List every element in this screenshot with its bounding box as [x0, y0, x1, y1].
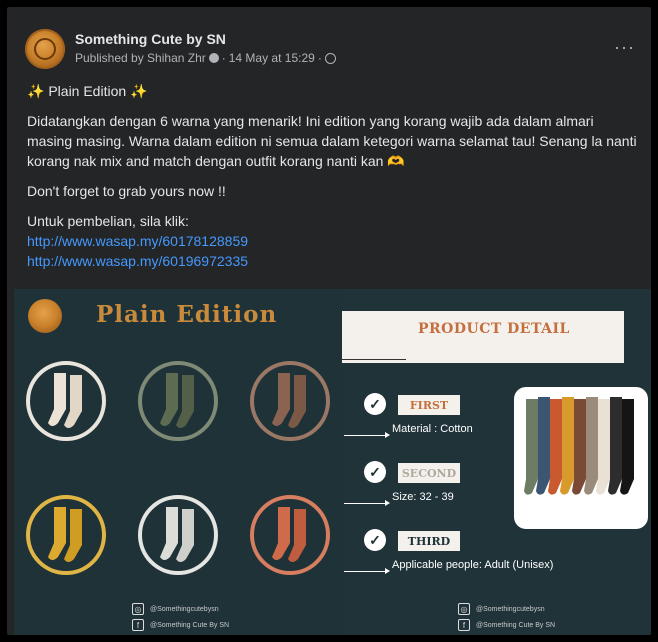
meta-separator: · [317, 51, 322, 65]
instagram-icon: ◎ [458, 603, 470, 615]
more-options-button[interactable]: ··· [614, 37, 635, 58]
product-detail-header: PRODUCT DETAIL [342, 311, 624, 363]
first-tag: FIRST [398, 395, 460, 415]
facebook-row: f @Something Cute By SN [458, 619, 555, 631]
product-detail-title: PRODUCT DETAIL [418, 321, 570, 337]
arrow-icon [344, 500, 390, 506]
second-tag: SECOND [398, 463, 460, 483]
instagram-handle: @Somethingcutebysn [476, 605, 545, 613]
first-feature: Material : Cotton [392, 423, 473, 435]
post-image[interactable]: Plain Edition ◎ @Somethingcutebysn f @So… [14, 289, 651, 635]
product-detail-panel: PRODUCT DETAIL ✓ FIRST Material : Cotton… [342, 289, 651, 635]
post-title: ✨ Plain Edition ✨ [27, 81, 637, 101]
check-icon: ✓ [364, 529, 386, 551]
sock-white [138, 495, 218, 575]
meta-separator: · [221, 51, 226, 65]
sock-bundle-photo [514, 387, 648, 529]
facebook-row: f @Something Cute By SN [132, 619, 229, 631]
post-date[interactable]: 14 May at 15:29 [229, 51, 315, 65]
page-name[interactable]: Something Cute by SN [75, 31, 226, 47]
whatsapp-link-1[interactable]: http://www.wasap.my/60178128859 [27, 231, 637, 251]
globe-icon [324, 52, 336, 64]
check-icon: ✓ [364, 393, 386, 415]
facebook-post: Something Cute by SN Published by Shihan… [7, 7, 651, 635]
post-paragraph-2: Don't forget to grab yours now !! [27, 183, 226, 199]
post-header: Something Cute by SN Published by Shihan… [25, 29, 637, 73]
sparkle-icon: ✨ [27, 83, 45, 99]
brand-logo [28, 299, 62, 333]
sock-yellow [26, 495, 106, 575]
sock-cream [26, 361, 106, 441]
purchase-label: Untuk pembelian, sila klik: [27, 213, 189, 229]
third-feature: Applicable people: Adult (Unisex) [392, 559, 554, 571]
facebook-handle: @Something Cute By SN [150, 621, 230, 629]
divider-line [342, 359, 406, 360]
check-icon: ✓ [364, 461, 386, 483]
post-paragraph-1: Didatangkan dengan 6 warna yang menarik!… [27, 113, 637, 169]
instagram-handle: @Somethingcutebysn [150, 605, 219, 613]
sock-green [138, 361, 218, 441]
instagram-icon: ◎ [132, 603, 144, 615]
page-avatar[interactable] [25, 29, 65, 69]
sparkle-icon: ✨ [130, 83, 148, 99]
arrow-icon [344, 432, 390, 438]
third-tag: THIRD [398, 531, 460, 551]
published-by[interactable]: Published by Shihan Zhr [75, 51, 206, 65]
sock-brown [250, 361, 330, 441]
instagram-row: ◎ @Somethingcutebysn [132, 603, 219, 615]
facebook-icon: f [458, 619, 470, 631]
plain-edition-title: Plain Edition [96, 301, 278, 328]
facebook-icon: f [132, 619, 144, 631]
whatsapp-link-2[interactable]: http://www.wasap.my/60196972335 [27, 251, 637, 271]
second-feature: Size: 32 - 39 [392, 491, 454, 503]
instagram-row: ◎ @Somethingcutebysn [458, 603, 545, 615]
post-meta: Published by Shihan Zhr · 14 May at 15:2… [75, 51, 336, 65]
arrow-icon [344, 568, 390, 574]
plain-edition-panel: Plain Edition ◎ @Somethingcutebysn f @So… [14, 289, 342, 635]
post-title-text: Plain Edition [48, 83, 127, 99]
sock-orange [250, 495, 330, 575]
info-icon [208, 53, 219, 63]
facebook-handle: @Something Cute By SN [476, 621, 556, 629]
post-body: ✨ Plain Edition ✨ Didatangkan dengan 6 w… [27, 81, 637, 271]
